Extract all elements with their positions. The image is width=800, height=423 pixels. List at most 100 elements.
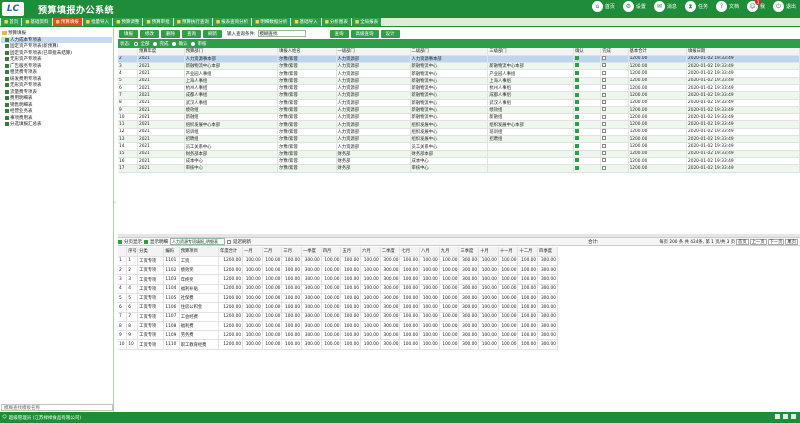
column-header[interactable]: 填报人姓名 [277, 48, 337, 56]
detail-column-header[interactable]: 分类 [137, 247, 165, 257]
detail-row[interactable]: 7 7 工资专项 1107 工会经费 1200.00 100.00 100.00 100.00 3… [118, 312, 558, 322]
detail-column-header[interactable]: 编码 [163, 247, 180, 257]
pager-button-1[interactable]: 上一页 [749, 239, 767, 245]
table-row[interactable]: 13 2021 招聘组 尔豫/紫蓉 人力资源部 组织发展中心 招聘组 1200.00 2020-… [118, 135, 800, 144]
template-search-input[interactable]: 模糊查找模板名称 [1, 404, 113, 411]
complete-checkbox[interactable] [602, 92, 607, 97]
table-row[interactable]: 14 2021 员工关系中心 尔豫/紫蓉 人力资源部 员工关系中心 1200.00 2020-… [118, 142, 800, 151]
filter-radio-3[interactable] [190, 41, 195, 46]
column-header[interactable]: 基本合计 [628, 48, 687, 56]
toolbar-right-button-2[interactable]: 设计 [380, 29, 400, 38]
detail-row[interactable]: 4 4 工资专项 1104 福利补贴 1200.00 100.00 100.00 100.00 3… [118, 284, 558, 295]
nav-tab-6[interactable]: ■ 预算执行查询 [173, 18, 212, 26]
detail-column-header[interactable]: 三季度 [458, 247, 480, 257]
column-header[interactable]: 一级部门 [336, 48, 411, 56]
complete-checkbox[interactable] [602, 99, 607, 104]
detail-row[interactable]: 5 5 工资专项 1105 社保费 1200.00 100.00 100.00 100.00 30… [118, 293, 558, 304]
confirm-checkbox[interactable] [575, 143, 580, 148]
complete-checkbox[interactable] [602, 63, 607, 68]
complete-checkbox[interactable] [602, 136, 607, 141]
status-icon-1[interactable] [775, 414, 780, 419]
column-header[interactable]: 预算部门 [184, 48, 279, 56]
column-header[interactable]: 确认 [573, 48, 602, 56]
complete-checkbox[interactable] [602, 129, 607, 134]
confirm-checkbox[interactable] [575, 56, 580, 61]
detail-row[interactable]: 1 1 工资专项 1101 工资 1200.00 100.00 100.00 100.00 300… [118, 256, 558, 267]
toolbar-button-1[interactable]: 修改 [140, 29, 159, 38]
detail-row[interactable]: 3 3 工资专项 1103 年终奖 1200.00 100.00 100.00 100.00 30… [118, 274, 558, 285]
top-action-6[interactable]: ⏻ 退出 [772, 1, 796, 12]
detail-column-header[interactable]: 四月 [321, 247, 342, 257]
confirm-checkbox[interactable] [575, 99, 580, 104]
detail-column-header[interactable]: 七月 [399, 247, 421, 257]
column-header[interactable]: 完成 [600, 48, 629, 56]
detail-column-header[interactable] [118, 247, 128, 257]
complete-checkbox[interactable] [602, 70, 607, 75]
toolbar-right-button-0[interactable]: 查询 [329, 29, 349, 38]
complete-checkbox[interactable] [602, 114, 607, 119]
pager-button-2[interactable]: 下一页 [767, 239, 785, 245]
filter-radio-0[interactable] [133, 41, 138, 46]
detail-row[interactable]: 9 9 工资专项 1109 劳务费 1200.00 100.00 100.00 100.00 30… [118, 330, 558, 341]
top-action-1[interactable]: ⚙ 设置 [622, 1, 646, 12]
toolbar-button-3[interactable]: 查询 [182, 29, 201, 38]
toolbar-button-2[interactable]: 删除 [161, 29, 180, 38]
detail-column-header[interactable]: 六月 [360, 247, 381, 257]
complete-checkbox[interactable] [602, 151, 607, 156]
confirm-checkbox[interactable] [575, 165, 580, 170]
confirm-checkbox[interactable] [575, 85, 580, 90]
column-header[interactable]: 填报日期 [686, 48, 800, 56]
show-detail-checkbox[interactable] [144, 239, 148, 244]
detail-column-header[interactable]: 三月 [281, 247, 303, 257]
nav-tab-3[interactable]: ■ 批量导入 [82, 18, 113, 26]
top-action-5[interactable]: ☺ 3 我 [746, 0, 765, 12]
search-input[interactable]: 模糊查找 [257, 30, 306, 37]
complete-checkbox[interactable] [602, 121, 607, 126]
detail-column-header[interactable]: 四季度 [537, 247, 558, 257]
detail-column-header[interactable]: 序号 [126, 247, 139, 257]
table-row[interactable]: 2 2021 人力资源事本部 尔豫/紫蓉 人力资源部 人力资源事本部 1200.00 2020… [118, 55, 800, 64]
toolbar-button-0[interactable]: 填报 [119, 29, 138, 38]
nav-tab-1[interactable]: ■ 基础资料 [22, 18, 52, 26]
table-row[interactable]: 15 2021 财务部本部 尔豫/紫蓉 财务部 财务部本部 1200.00 2020-01-0… [118, 150, 800, 158]
detail-column-header[interactable]: 预算项目 [179, 247, 220, 257]
detail-select[interactable]: 人力资源专项填报_明细表 [170, 238, 225, 245]
nav-tab-10[interactable]: ■ 分析图表 [321, 18, 351, 26]
table-row[interactable]: 17 2021 审核中心 尔豫/紫蓉 财务部 审核中心 1200.00 2020-01-02 … [118, 164, 800, 173]
complete-checkbox[interactable] [602, 143, 607, 148]
nav-tab-2[interactable]: ■ 预算填报 [52, 18, 82, 26]
table-row[interactable]: 9 2021 绩效组 尔豫/紫蓉 人力资源部 新融物流中心 绩效组 1200.00 2020-0… [118, 106, 800, 115]
table-row[interactable]: 6 2021 杭州人事组 尔豫/紫蓉 人力资源部 新融物流中心 杭州人事组 1200.00 20… [118, 84, 800, 93]
nav-tab-7[interactable]: ■ 报表查询分析 [212, 18, 252, 26]
delay-refresh-checkbox[interactable] [227, 239, 231, 244]
top-action-3[interactable]: ⧗ 任务 [684, 1, 708, 12]
column-header[interactable]: 三级部门 [487, 48, 575, 56]
confirm-checkbox[interactable] [575, 114, 580, 119]
confirm-checkbox[interactable] [575, 129, 580, 134]
detail-column-header[interactable]: 二月 [262, 247, 283, 257]
confirm-checkbox[interactable] [575, 151, 580, 156]
column-header[interactable] [118, 48, 138, 56]
complete-checkbox[interactable] [602, 158, 607, 163]
top-action-2[interactable]: ✉ 消息 [653, 1, 677, 12]
pager-button-0[interactable]: 首页 [736, 239, 749, 245]
detail-row[interactable]: 2 2 工资专项 1102 绩效奖 1200.00 100.00 100.00 100.00 30… [118, 265, 558, 276]
table-row[interactable]: 12 2021 培训组 尔豫/紫蓉 人力资源部 组织发展中心 培训组 1200.00 2020-… [118, 128, 800, 137]
complete-checkbox[interactable] [602, 56, 607, 61]
top-action-0[interactable]: ⌂ 首页 [591, 1, 615, 12]
nav-tab-5[interactable]: ■ 预算审批 [143, 18, 173, 26]
confirm-checkbox[interactable] [575, 158, 580, 163]
detail-row[interactable]: 8 8 工资专项 1108 福利费 1200.00 100.00 100.00 100.00 30… [118, 321, 558, 332]
confirm-checkbox[interactable] [575, 63, 580, 68]
filter-radio-1[interactable] [152, 41, 157, 46]
top-action-4[interactable]: ? 文档 [715, 1, 739, 12]
table-row[interactable]: 11 2021 组织发展中心本部 尔豫/紫蓉 人力资源部 组织发展中心 组织发展中心本部 12… [118, 120, 800, 129]
complete-checkbox[interactable] [602, 107, 607, 112]
toolbar-right-button-1[interactable]: 高级查询 [350, 29, 379, 38]
column-header[interactable]: 二级部门 [410, 48, 489, 56]
confirm-checkbox[interactable] [575, 78, 580, 83]
paging-checkbox[interactable] [118, 239, 122, 244]
detail-column-header[interactable]: 九月 [439, 247, 460, 257]
table-row[interactable]: 16 2021 成本中心 尔豫/紫蓉 财务部 成本中心 1200.00 2020-01-02 … [118, 157, 800, 166]
table-row[interactable]: 7 2021 成都人事组 尔豫/紫蓉 人力资源部 新融物流中心 成都人事组 1200.00 20… [118, 91, 800, 100]
